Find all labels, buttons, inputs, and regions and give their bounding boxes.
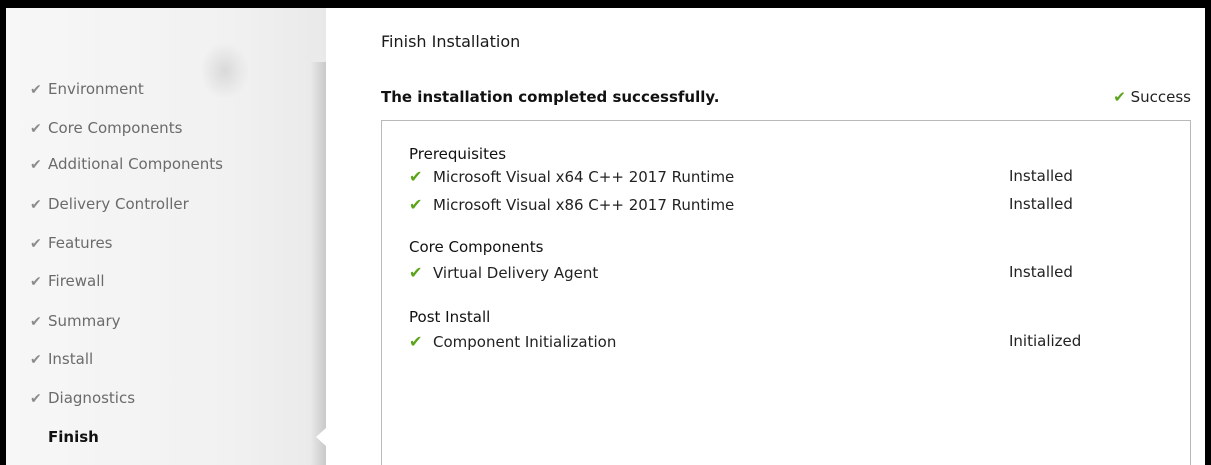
check-icon: ✔ xyxy=(30,314,42,330)
sidebar-item-core-components[interactable]: ✔ Core Components xyxy=(30,119,182,137)
results-panel: Prerequisites ✔ Microsoft Visual x64 C++ … xyxy=(381,120,1191,465)
green-check-icon: ✔ xyxy=(409,332,423,351)
sidebar-item-label: Finish xyxy=(48,428,99,446)
check-icon: ✔ xyxy=(30,82,42,98)
list-item: ✔ Microsoft Visual x64 C++ 2017 Runtime I… xyxy=(409,167,1169,186)
sidebar-item-label: Firewall xyxy=(48,272,105,290)
sidebar-item-firewall[interactable]: ✔ Firewall xyxy=(30,272,105,290)
sidebar-item-install[interactable]: ✔ Install xyxy=(30,350,93,368)
main-content: Finish Installation The installation com… xyxy=(326,8,1205,465)
sidebar-item-diagnostics[interactable]: ✔ Diagnostics xyxy=(30,389,135,407)
check-icon: ✔ xyxy=(30,121,42,137)
current-step-pointer xyxy=(316,428,326,446)
component-name: Microsoft Visual x64 C++ 2017 Runtime xyxy=(433,168,735,186)
sidebar: ✔ Environment ✔ Core Components ✔ Additiona… xyxy=(6,8,326,465)
component-status: Initialized xyxy=(1009,332,1082,350)
check-icon: ✔ xyxy=(30,352,42,368)
list-item: ✔ Component Initialization Initialized xyxy=(409,332,1169,351)
green-check-icon: ✔ xyxy=(409,263,423,282)
list-item: ✔ Virtual Delivery Agent Installed xyxy=(409,263,1169,282)
sidebar-shadow xyxy=(310,62,326,465)
status-label: Success xyxy=(1130,88,1191,106)
sidebar-item-label: Delivery Controller xyxy=(48,195,189,213)
sidebar-item-delivery-controller[interactable]: ✔ Delivery Controller xyxy=(30,195,189,213)
installer-window: ✔ Environment ✔ Core Components ✔ Additiona… xyxy=(6,8,1205,465)
check-icon: ✔ xyxy=(30,197,42,213)
check-icon: ✔ xyxy=(30,236,42,252)
page-title: Finish Installation xyxy=(381,32,521,51)
sidebar-item-features[interactable]: ✔ Features xyxy=(30,234,113,252)
sidebar-item-label: Diagnostics xyxy=(48,389,136,407)
sidebar-item-label: Additional Components xyxy=(48,155,223,173)
section-title: Post Install xyxy=(409,308,491,326)
sidebar-item-summary[interactable]: ✔ Summary xyxy=(30,312,121,330)
check-icon: ✔ xyxy=(30,274,42,290)
sidebar-item-label: Features xyxy=(48,234,113,252)
component-name: Virtual Delivery Agent xyxy=(433,264,599,282)
component-status: Installed xyxy=(1009,195,1073,213)
component-status: Installed xyxy=(1009,263,1073,281)
sidebar-item-label: Core Components xyxy=(48,119,183,137)
green-check-icon: ✔ xyxy=(409,195,423,214)
sidebar-item-label: Environment xyxy=(48,80,144,98)
section-title: Prerequisites xyxy=(409,145,507,163)
sidebar-item-label: Install xyxy=(48,350,94,368)
component-status: Installed xyxy=(1009,167,1073,185)
status-badge: ✔ Success xyxy=(1113,88,1191,106)
sidebar-item-label: Summary xyxy=(48,312,121,330)
component-name: Component Initialization xyxy=(433,333,617,351)
component-name: Microsoft Visual x86 C++ 2017 Runtime xyxy=(433,196,735,214)
sidebar-item-finish[interactable]: Finish xyxy=(30,428,99,446)
green-check-icon: ✔ xyxy=(1113,88,1126,106)
green-check-icon: ✔ xyxy=(409,167,423,186)
sidebar-item-additional-components[interactable]: ✔ Additional Components xyxy=(30,155,223,173)
check-icon: ✔ xyxy=(30,391,42,407)
check-icon: ✔ xyxy=(30,157,42,173)
sidebar-item-environment[interactable]: ✔ Environment xyxy=(30,80,144,98)
logo-placeholder xyxy=(202,44,248,98)
status-message: The installation completed successfully. xyxy=(381,88,720,106)
section-title: Core Components xyxy=(409,238,544,256)
list-item: ✔ Microsoft Visual x86 C++ 2017 Runtime I… xyxy=(409,195,1169,214)
